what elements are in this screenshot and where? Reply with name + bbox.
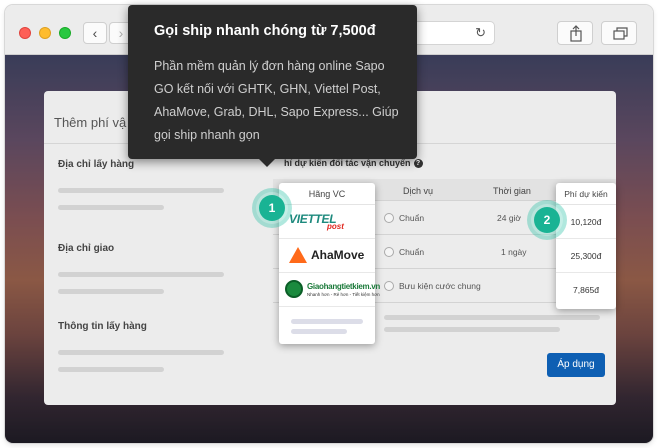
estimated-fee-heading: hí dự kiến đối tác vận chuyển? <box>284 158 423 168</box>
help-icon[interactable]: ? <box>413 159 423 168</box>
ghtk-mascot-icon <box>285 280 303 298</box>
service-radio[interactable] <box>384 247 394 257</box>
service-radio[interactable] <box>384 281 394 291</box>
close-window-button[interactable] <box>19 27 31 39</box>
service-cell: Bưu kiện cước chung <box>399 281 481 291</box>
pickup-info-label: Thông tin lấy hàng <box>58 321 147 332</box>
delivery-address-label: Địa chỉ giao <box>58 243 115 254</box>
tooltip-title: Gọi ship nhanh chóng từ 7,500đ <box>154 23 376 39</box>
zoom-window-button[interactable] <box>59 27 71 39</box>
column-header-carrier: Hãng VC <box>279 183 375 205</box>
carrier-cell-ahamove[interactable]: AhaMove <box>279 239 375 273</box>
carrier-cell-viettel[interactable]: VIETTEL post <box>279 205 375 239</box>
column-header-time: Thời gian <box>493 186 531 196</box>
tabs-icon <box>613 27 628 40</box>
placeholder-line <box>384 315 600 320</box>
feature-tooltip: Gọi ship nhanh chóng từ 7,500đ Phần mềm … <box>128 5 417 167</box>
column-header-fee: Phí dự kiến <box>556 183 616 205</box>
time-cell: 24 giờ <box>497 213 522 223</box>
carrier-column-highlight: Hãng VC VIETTEL post AhaMove Giaohangtie… <box>279 183 380 344</box>
apply-button[interactable]: Áp dụng <box>547 353 605 377</box>
step-badge-2[interactable]: 2 <box>534 207 560 233</box>
chevron-right-icon: › <box>118 25 124 41</box>
placeholder-line <box>291 329 347 334</box>
fee-cell: 7,865đ <box>573 285 599 295</box>
tooltip-arrow <box>258 158 276 167</box>
service-cell: Chuẩn <box>399 213 425 223</box>
carrier-cell-ghtk[interactable]: Giaohangtietkiem.vn Nhanh hơn - Rẻ hơn -… <box>279 273 380 307</box>
placeholder-line <box>291 319 363 324</box>
show-tabs-button[interactable] <box>601 21 637 45</box>
fee-cell: 25,300đ <box>556 239 616 273</box>
panel-title: Thêm phí vậ <box>54 115 127 130</box>
reload-icon[interactable]: ↻ <box>475 25 486 41</box>
pickup-address-label: Địa chỉ lấy hàng <box>58 159 135 170</box>
placeholder-line <box>58 188 224 193</box>
placeholder-line <box>58 350 224 355</box>
share-button[interactable] <box>557 21 593 45</box>
tooltip-body: Phần mềm quản lý đơn hàng online Sapo GO… <box>154 59 399 142</box>
minimize-window-button[interactable] <box>39 27 51 39</box>
placeholder-line <box>58 272 224 277</box>
viettel-post-logo: VIETTEL post <box>289 212 344 231</box>
step-badge-1[interactable]: 1 <box>259 195 285 221</box>
column-header-service: Dịch vụ <box>403 186 434 196</box>
placeholder-line <box>384 327 560 332</box>
placeholder-line <box>58 205 164 210</box>
share-icon <box>570 25 582 42</box>
back-button[interactable]: ‹ <box>83 22 107 44</box>
placeholder-line <box>58 289 164 294</box>
ahamove-mark-icon <box>289 247 307 263</box>
time-cell: 1 ngày <box>501 247 527 257</box>
placeholder-line <box>58 367 164 372</box>
fee-column-highlight: Phí dự kiến 10,120đ 25,300đ 7,865đ <box>556 183 616 309</box>
service-radio[interactable] <box>384 213 394 223</box>
chevron-left-icon: ‹ <box>92 25 98 41</box>
service-cell: Chuẩn <box>399 247 425 257</box>
ghtk-logo: Giaohangtietkiem.vn Nhanh hơn - Rẻ hơn -… <box>285 279 380 301</box>
